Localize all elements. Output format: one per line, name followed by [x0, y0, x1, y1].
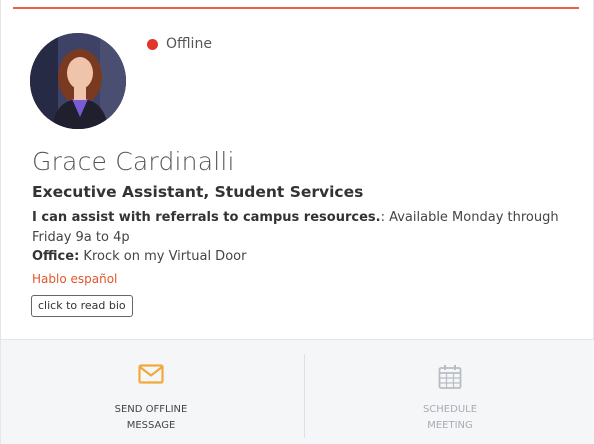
read-bio-button[interactable]: click to read bio [31, 295, 133, 317]
status-dot-icon [147, 38, 158, 50]
presence-status: Offline [147, 35, 212, 53]
send-offline-message-button[interactable]: SEND OFFLINE MESSAGE [1, 340, 301, 444]
advisor-card: Offline Grace Cardinalli Executive Assis… [0, 0, 594, 444]
assist-description: I can assist with referrals to campus re… [32, 208, 580, 248]
envelope-icon [138, 364, 164, 388]
advisor-name: Grace Cardinalli [32, 147, 235, 176]
schedule-meeting-button[interactable]: SCHEDULE MEETING [305, 340, 594, 444]
send-offline-message-label: SEND OFFLINE MESSAGE [114, 404, 188, 431]
office-info: Office: Krock on my Virtual Door [32, 249, 246, 264]
profile-photo [30, 33, 126, 129]
office-text: Krock on my Virtual Door [79, 249, 247, 264]
action-bar: SEND OFFLINE MESSAGE SCHEDULE MEETING [1, 339, 594, 444]
avatar [30, 33, 126, 129]
calendar-icon [438, 364, 462, 394]
assist-label: I can assist with referrals to campus re… [32, 210, 381, 225]
advisor-title: Executive Assistant, Student Services [32, 183, 364, 201]
top-accent-rule [13, 7, 579, 9]
status-text: Offline [166, 36, 212, 52]
language-note: Hablo español [32, 272, 118, 286]
office-label: Office: [32, 249, 80, 264]
schedule-meeting-label: SCHEDULE MEETING [422, 404, 478, 431]
